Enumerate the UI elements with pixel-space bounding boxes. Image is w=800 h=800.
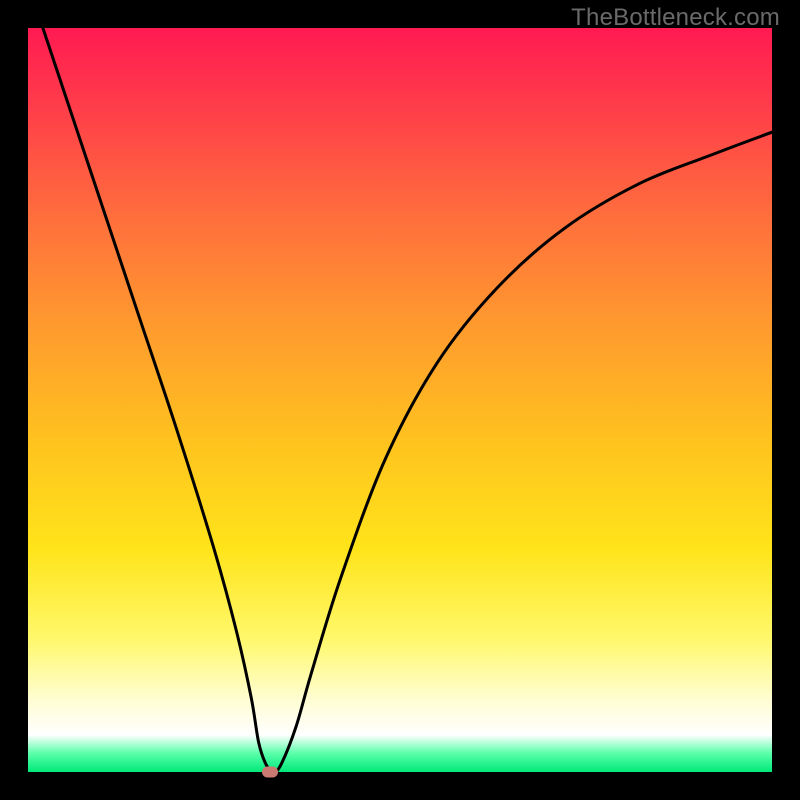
optimal-point-marker	[262, 767, 278, 778]
bottleneck-curve	[28, 28, 772, 772]
plot-area	[28, 28, 772, 772]
chart-outer-frame: TheBottleneck.com	[0, 0, 800, 800]
watermark-label: TheBottleneck.com	[571, 4, 780, 32]
